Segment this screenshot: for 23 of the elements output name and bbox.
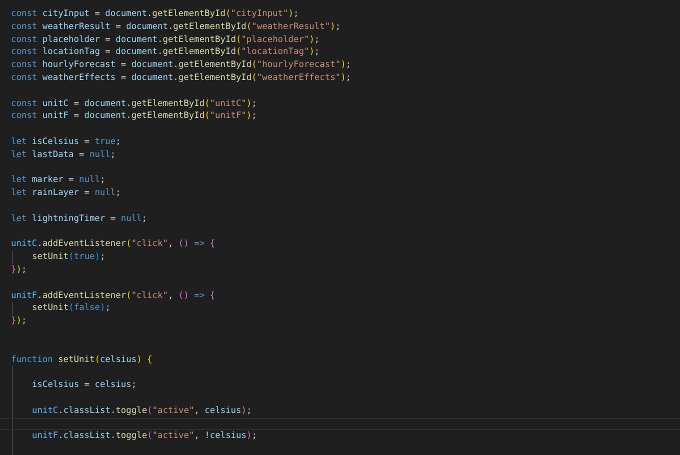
code-line: function setUnit(celsius) {	[11, 354, 152, 366]
code-line: unitF.classList.toggle("active", !celsius);	[32, 430, 257, 444]
code-line: });	[11, 315, 27, 328]
code-line: const locationTag = document.getElementById("locationTag");	[11, 46, 320, 60]
code-line: const unitF = document.getElementById("unitF");	[11, 110, 257, 124]
code-line: setUnit(true);	[32, 251, 106, 264]
code-line: });	[11, 264, 27, 277]
code-line: let rainLayer = null;	[11, 187, 121, 200]
code-line: unitC.addEventListener("click", () => {	[11, 238, 216, 252]
code-line: unitF.addEventListener("click", () => {	[11, 290, 216, 302]
code-line: let lastData = null;	[11, 148, 116, 162]
code-line: let marker = null;	[11, 174, 106, 188]
code-line: const cityInput = document.getElementById("cityInput");	[11, 8, 299, 21]
code-line: let isCelsius = true;	[11, 136, 121, 149]
code-line: let lightningTimer = null;	[11, 212, 148, 226]
code-line: isCelsius = celsius;	[32, 379, 137, 392]
code-line: const hourlyForecast = document.getElementById("hourlyForecast");	[11, 59, 352, 72]
code-line: const unitC = document.getElementById("unitC");	[11, 98, 257, 110]
code-line: unitC.classList.toggle("active", celsius);	[32, 404, 252, 418]
code-line: const weatherResult = document.getElementById("weatherResult");	[11, 20, 341, 34]
code-line: const placeholder = document.getElementById("placeholder");	[11, 34, 320, 46]
code-line: setUnit(false);	[32, 302, 110, 316]
code-line: const weatherEffects = document.getElementById("weatherEffects");	[11, 72, 352, 85]
